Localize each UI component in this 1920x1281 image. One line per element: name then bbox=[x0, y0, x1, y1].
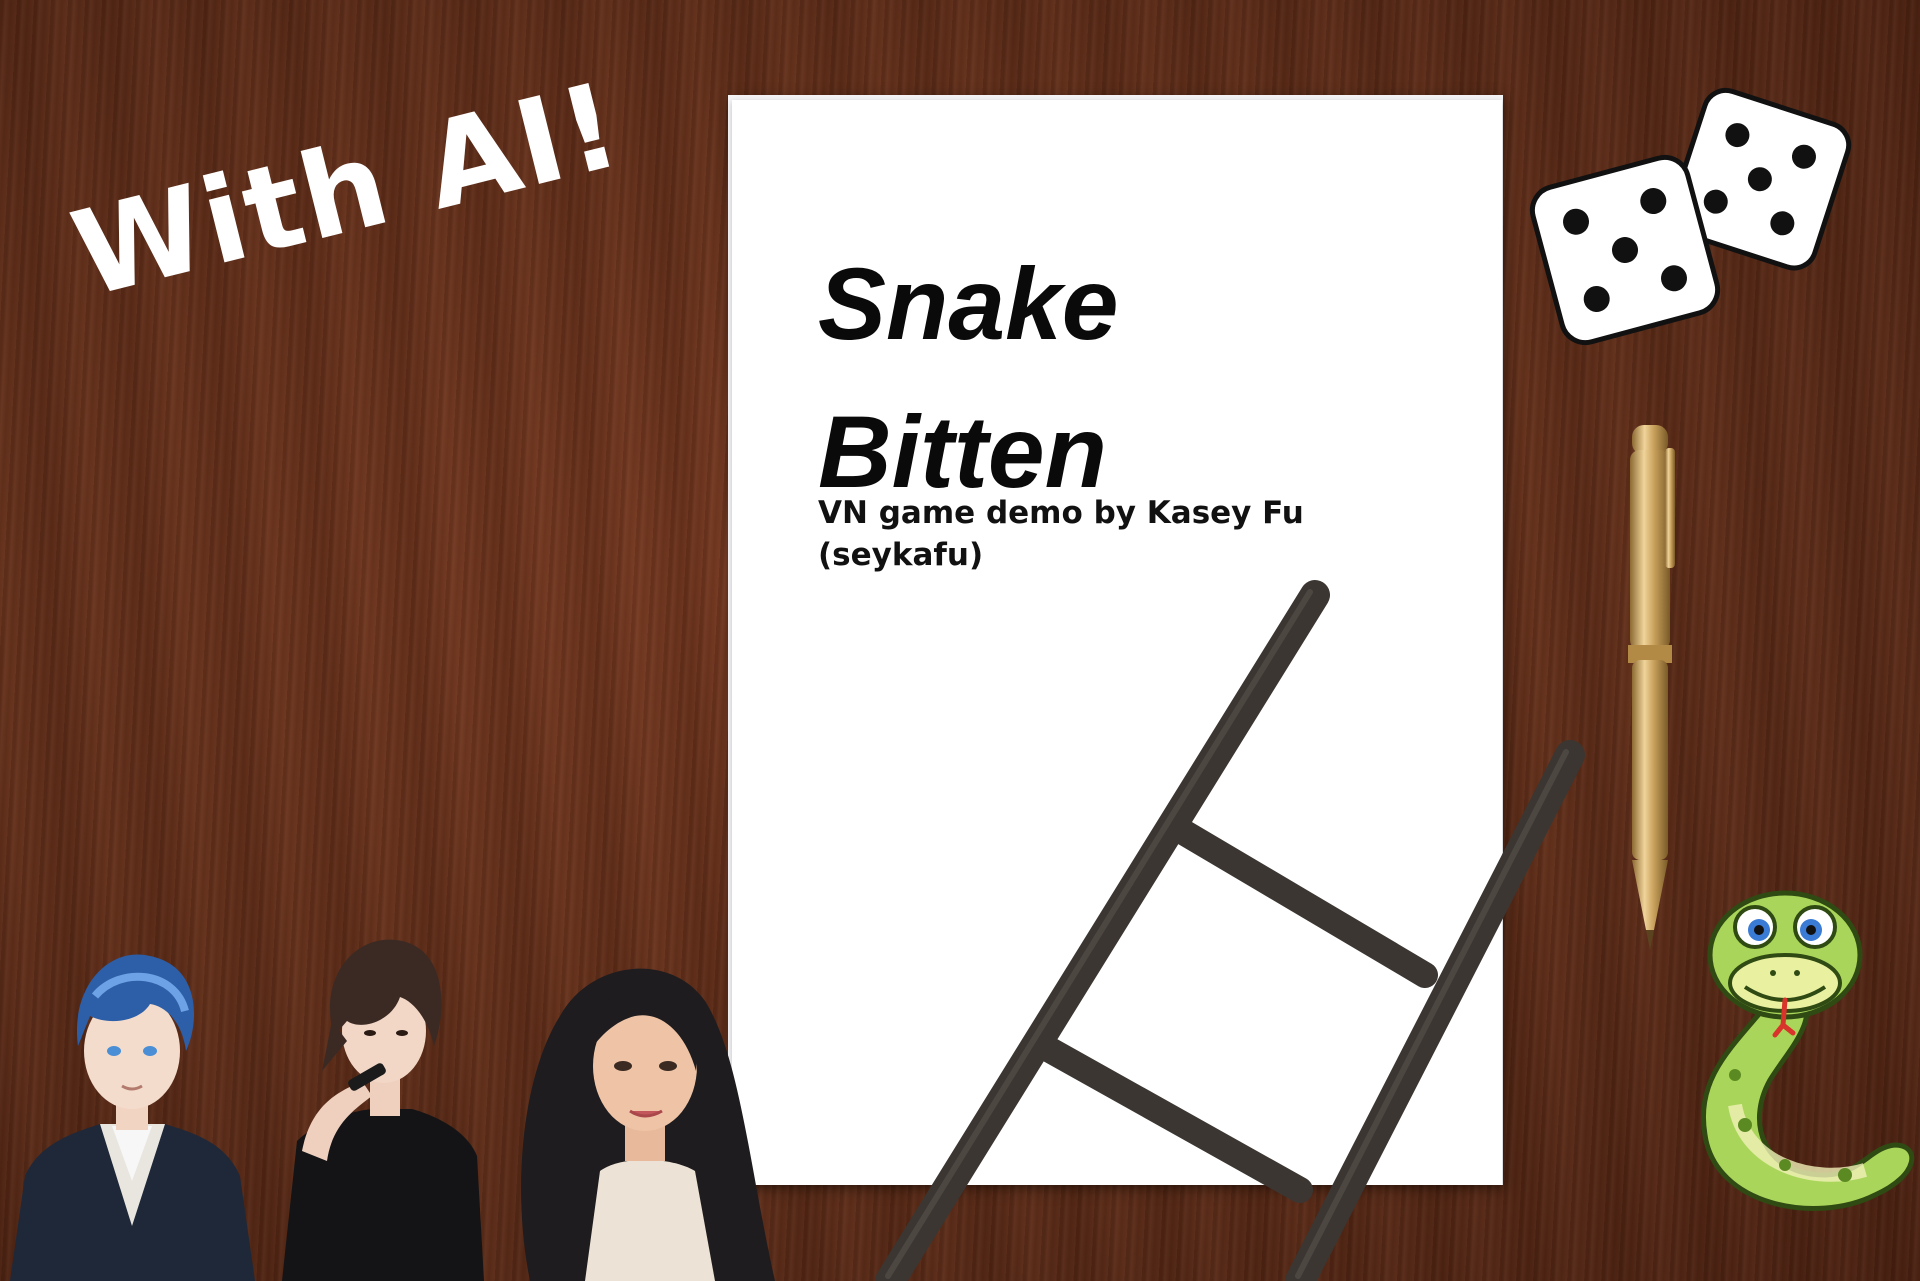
character-dark-hair-woman bbox=[521, 968, 775, 1281]
dice-icon bbox=[1529, 87, 1852, 346]
character-blue-hair-man bbox=[10, 954, 255, 1281]
snake-mascot-icon bbox=[1701, 890, 1915, 1211]
character-dark-hair-man bbox=[282, 939, 484, 1281]
